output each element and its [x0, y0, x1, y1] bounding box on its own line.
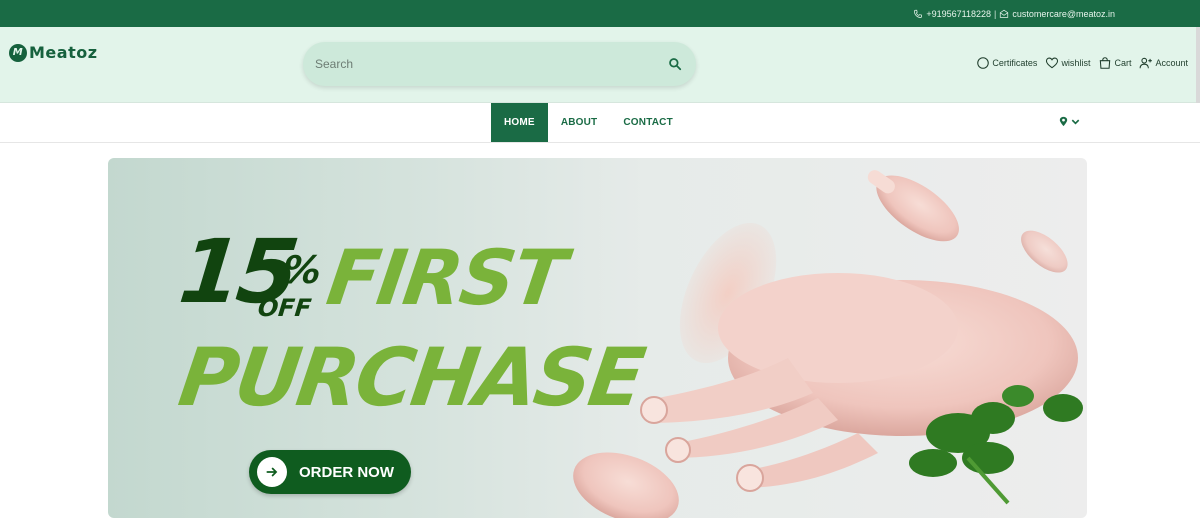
- phone-number: +919567118228: [926, 8, 991, 19]
- certificates-label: Certificates: [992, 58, 1038, 68]
- page-scrollbar[interactable]: [1196, 27, 1200, 103]
- logo-text: Meatoz: [29, 43, 98, 62]
- contact-separator: |: [993, 8, 997, 19]
- chevron-down-icon: [1071, 119, 1080, 125]
- chicken-image: [573, 170, 1083, 518]
- headline-first: FIRST: [321, 233, 570, 322]
- location-pin-icon: [1059, 116, 1068, 127]
- arrow-right-icon: [266, 467, 278, 477]
- phone-icon: [914, 9, 923, 18]
- header-actions: Certificates wishlist Cart Account: [976, 56, 1188, 70]
- main-nav: HOME ABOUT CONTACT: [0, 103, 1200, 143]
- phone-contact[interactable]: +919567118228: [913, 9, 991, 19]
- bag-icon: [1100, 57, 1111, 69]
- off-label: OFF: [256, 294, 313, 322]
- nav-about[interactable]: ABOUT: [548, 103, 611, 142]
- search-bar: [303, 42, 696, 86]
- account-link[interactable]: Account: [1139, 56, 1188, 70]
- user-plus-icon: [1140, 57, 1153, 69]
- email-address: customercare@meatoz.in: [1012, 8, 1115, 19]
- cart-label: Cart: [1114, 58, 1132, 68]
- certificate-icon: [977, 57, 990, 69]
- promo-banner[interactable]: 15 % OFF FIRST PURCHASE ORDER NOW: [108, 158, 1087, 518]
- logo-mark: M: [9, 43, 27, 62]
- drumstick-top: [867, 170, 959, 242]
- search-icon[interactable]: [668, 57, 682, 71]
- site-header: M Meatoz Certificates wishlist Cart Acco…: [0, 27, 1200, 103]
- percent-sign: %: [280, 248, 324, 292]
- nav-links: HOME ABOUT CONTACT: [491, 103, 686, 142]
- mail-icon: [1000, 9, 1009, 18]
- nav-contact[interactable]: CONTACT: [610, 103, 686, 142]
- location-selector[interactable]: [1058, 116, 1081, 127]
- meatoz-logo[interactable]: M Meatoz: [9, 43, 98, 62]
- top-contact-bar: +919567118228 | customercare@meatoz.in: [0, 0, 1200, 27]
- cart-link[interactable]: Cart: [1098, 56, 1131, 70]
- order-now-button[interactable]: ORDER NOW: [249, 450, 411, 494]
- wishlist-label: wishlist: [1061, 58, 1091, 68]
- order-now-label: ORDER NOW: [299, 463, 394, 481]
- nav-home[interactable]: HOME: [491, 103, 548, 142]
- certificates-link[interactable]: Certificates: [976, 56, 1037, 70]
- wishlist-link[interactable]: wishlist: [1045, 56, 1090, 70]
- search-input[interactable]: [315, 57, 668, 71]
- heart-icon: [1046, 57, 1059, 69]
- account-label: Account: [1155, 58, 1188, 68]
- drumstick-right: [1021, 230, 1068, 273]
- email-contact[interactable]: customercare@meatoz.in: [999, 9, 1115, 19]
- arrow-circle: [257, 457, 287, 487]
